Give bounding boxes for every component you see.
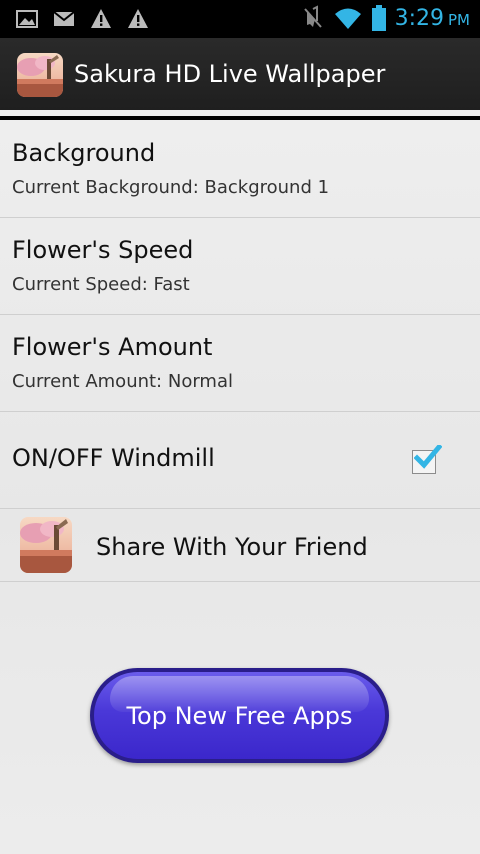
header-divider [0, 116, 480, 120]
pref-title: Flower's Amount [12, 333, 213, 361]
button-label: Top New Free Apps [126, 702, 353, 730]
pref-title: ON/OFF Windmill [12, 444, 215, 472]
app-title: Sakura HD Live Wallpaper [74, 60, 386, 88]
sakura-app-icon[interactable] [17, 53, 63, 97]
pref-flowers-speed[interactable]: Flower's Speed Current Speed: Fast [0, 218, 480, 315]
clock-ampm: PM [448, 10, 470, 29]
pref-background[interactable]: Background Current Background: Backgroun… [0, 121, 480, 218]
action-bar: Sakura HD Live Wallpaper [0, 38, 480, 110]
gmail-icon [53, 11, 75, 26]
image-icon [16, 10, 38, 28]
top-new-free-apps-button[interactable]: Top New Free Apps [90, 668, 389, 763]
pref-flowers-amount[interactable]: Flower's Amount Current Amount: Normal [0, 315, 480, 412]
button-face: Top New Free Apps [94, 672, 385, 759]
clock: 3:29 PM [395, 6, 470, 31]
windmill-checkbox[interactable] [412, 445, 442, 474]
checkmark-icon [414, 445, 442, 469]
pref-summary: Current Amount: Normal [12, 371, 233, 392]
pref-summary: Current Speed: Fast [12, 274, 190, 295]
clock-time: 3:29 [394, 5, 444, 31]
warning-icon [91, 9, 111, 28]
warning-icon [128, 9, 148, 28]
mute-icon [303, 5, 322, 28]
pref-title: Flower's Speed [12, 236, 194, 264]
status-bar: 3:29 PM [0, 0, 480, 38]
share-label: Share With Your Friend [96, 533, 368, 561]
share-app-icon [20, 517, 72, 573]
notification-icons [16, 8, 149, 30]
pref-title: Background [12, 139, 156, 167]
pref-summary: Current Background: Background 1 [12, 177, 330, 198]
system-icons: 3:29 PM [301, 4, 470, 32]
share-row[interactable]: Share With Your Friend [0, 509, 480, 582]
pref-windmill-toggle[interactable]: ON/OFF Windmill [0, 412, 480, 509]
wifi-icon [334, 8, 361, 29]
battery-icon [371, 5, 386, 31]
